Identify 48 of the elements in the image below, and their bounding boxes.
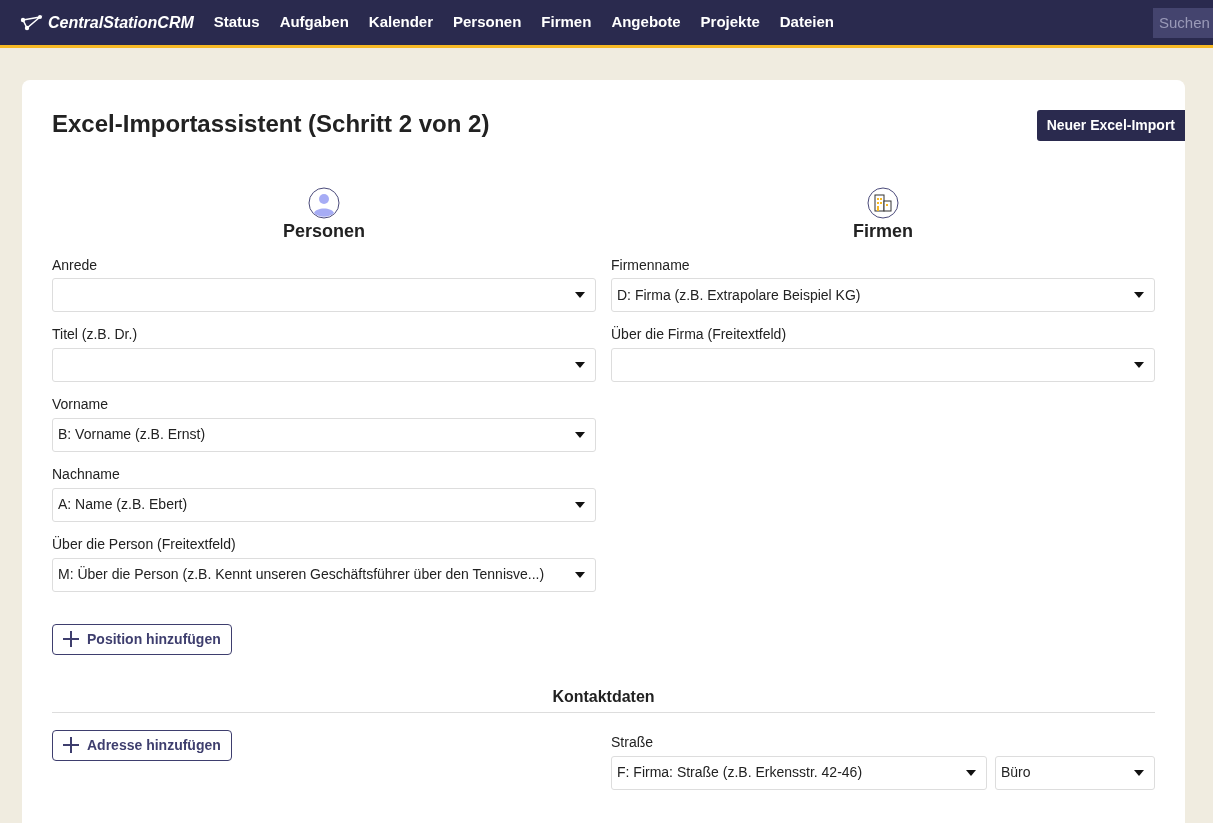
nav-link[interactable]: Status [213, 11, 260, 34]
add-position-button[interactable]: Position hinzufügen [52, 623, 232, 655]
field-label: Anrede [52, 256, 99, 274]
select-field[interactable] [52, 278, 596, 313]
select-field[interactable]: F: Firma: Straße (z.B. Erkensstr. 42-46) [611, 755, 987, 790]
nav-link[interactable]: Projekte [700, 11, 760, 34]
nav-link[interactable]: Dateien [779, 11, 834, 34]
caret-icon [575, 571, 585, 578]
nav-link[interactable]: Kalender [368, 11, 433, 34]
field-label: Vorname [52, 396, 110, 413]
new-import-button[interactable]: Neuer Excel-Import [1036, 110, 1185, 141]
column-heading: Firmen [853, 221, 913, 243]
field-label: Titel (z.B. Dr.) [52, 326, 139, 344]
nav-link[interactable]: Firmen [541, 11, 592, 34]
caret-icon [575, 292, 585, 299]
plus-icon [63, 631, 79, 648]
nav-link[interactable]: Personen [453, 11, 522, 34]
caret-icon [1134, 769, 1144, 776]
person-icon [308, 187, 340, 219]
nav-link[interactable]: Angebote [611, 11, 681, 34]
add-address-button[interactable]: Adresse hinzufügen [52, 729, 232, 761]
select-field[interactable] [611, 348, 1155, 383]
field-label: Über die Person (Freitextfeld) [52, 535, 237, 553]
select-field[interactable]: A: Name (z.B. Ebert) [52, 487, 596, 522]
section-heading: Kontaktdaten [52, 686, 1155, 713]
logo-text[interactable]: CentralStationCRM [20, 10, 194, 35]
building-icon [867, 187, 899, 219]
network-logo-icon [20, 14, 44, 31]
select-field[interactable]: M: Über die Person (z.B. Kennt unseren Geschäftsführer über den Tennisve...) [52, 557, 596, 592]
field-label: Firmenname [611, 256, 691, 274]
caret-icon [575, 362, 585, 369]
caret-icon [575, 501, 585, 508]
field-label: Straße [611, 733, 654, 751]
select-field[interactable]: B: Vorname (z.B. Ernst) [52, 418, 596, 452]
search-field[interactable]: Suchen [1153, 7, 1213, 38]
select-field[interactable]: D: Firma (z.B. Extrapolare Beispiel KG) [611, 278, 1155, 313]
caret-icon [575, 432, 585, 438]
field-label: Nachname [52, 466, 121, 483]
column-heading: Personen [283, 221, 365, 243]
plus-icon [63, 737, 79, 754]
nav-link[interactable]: Aufgaben [279, 11, 349, 34]
page-title: Excel-Importassistent (Schritt 2 von 2) [52, 110, 490, 139]
caret-icon [966, 769, 976, 776]
field-label: Über die Firma (Freitextfeld) [611, 326, 788, 344]
select-field[interactable]: Büro [995, 755, 1155, 790]
caret-icon [1134, 292, 1144, 299]
caret-icon [1134, 362, 1144, 369]
select-field[interactable] [52, 348, 596, 383]
